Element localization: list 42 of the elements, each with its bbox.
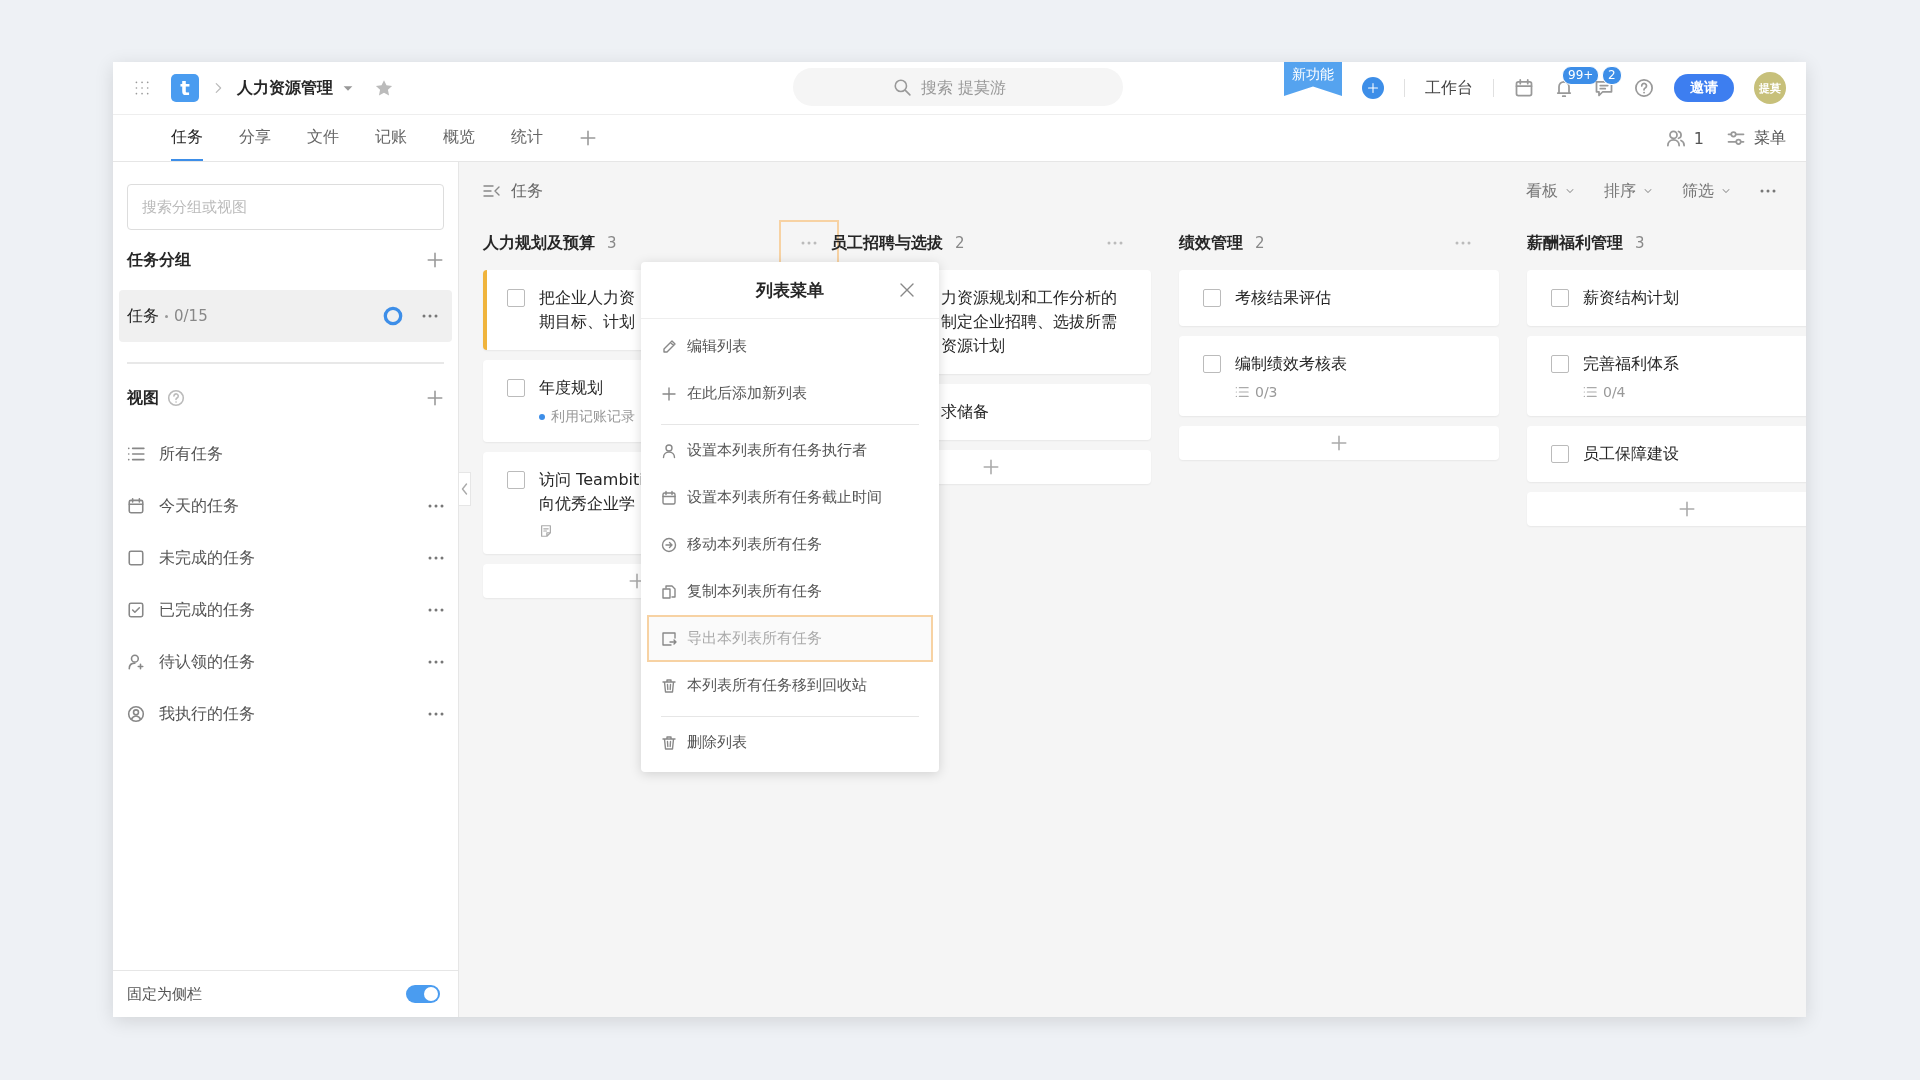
menu-title: 列表菜单: [756, 278, 824, 302]
task-title: 求储备: [941, 401, 989, 423]
menu-label: 导出本列表所有任务: [687, 629, 822, 648]
column-title: 绩效管理: [1179, 232, 1243, 254]
task-title: 访问 Teambiti 向优秀企业学: [539, 469, 644, 515]
task-count: 3: [607, 234, 617, 252]
task-title: 力资源规划和工作分析的 制定企业招聘、选拔所需 资源计划: [941, 287, 1117, 357]
task-title: 考核结果评估: [1235, 287, 1331, 309]
subtask-count: 0/4: [1603, 384, 1626, 400]
menu-label: 移动本列表所有任务: [687, 535, 822, 554]
dropdown-label: 筛选: [1682, 180, 1714, 202]
menu-label: 删除列表: [687, 733, 747, 752]
menu-label: 设置本列表所有任务执行者: [687, 441, 867, 460]
subtask-count: 0/3: [1255, 384, 1278, 400]
message-count: 2: [1602, 66, 1622, 85]
notification-count: 99+: [1562, 66, 1600, 85]
task-title: 把企业人力资 期目标、计划: [539, 287, 635, 333]
section-title: 视图: [127, 387, 159, 409]
task-title: 编制绩效考核表: [1235, 353, 1347, 375]
board-title: 任务: [511, 180, 543, 202]
task-count: 2: [955, 234, 965, 252]
dropdown-label: 排序: [1604, 180, 1636, 202]
menu-label: 复制本列表所有任务: [687, 582, 822, 601]
column-title: 薪酬福利管理: [1527, 232, 1623, 254]
note-text: 利用记账记录: [551, 408, 635, 426]
dropdown-label: 看板: [1526, 180, 1558, 202]
column-title: 员工招聘与选拔: [831, 232, 943, 254]
section-title: 任务分组: [127, 249, 191, 271]
task-count: 2: [1255, 234, 1265, 252]
task-title: 完善福利体系: [1583, 353, 1679, 375]
menu-label: 设置本列表所有任务截止时间: [687, 488, 882, 507]
menu-label: 本列表所有任务移到回收站: [687, 676, 867, 695]
pin-label: 固定为侧栏: [127, 984, 202, 1004]
task-title: 薪资结构计划: [1583, 287, 1679, 309]
task-count: 0/15: [174, 307, 208, 325]
task-title: 年度规划: [539, 377, 604, 399]
menu-label: 编辑列表: [687, 337, 747, 356]
column-title: 人力规划及预算: [483, 232, 595, 254]
task-count: 3: [1635, 234, 1645, 252]
menu-label: 在此后添加新列表: [687, 384, 807, 403]
group-name: 任务: [127, 305, 159, 327]
task-title: 员工保障建设: [1583, 443, 1679, 465]
